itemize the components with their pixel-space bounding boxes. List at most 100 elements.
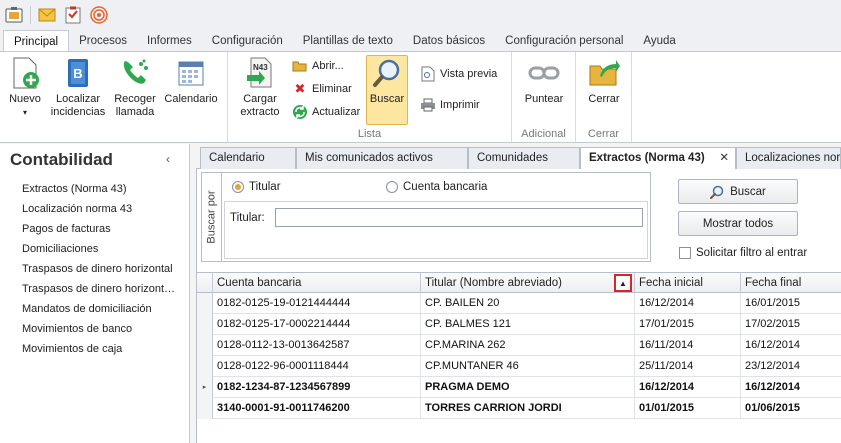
nav-item-traspasos-1[interactable]: Traspasos de dinero horizontal	[22, 259, 182, 279]
document-tab-bar: Calendario Mis comunicados activos Comun…	[196, 147, 841, 170]
table-row[interactable]: 3140-0001-91-0011746200 TORRES CARRION J…	[197, 398, 841, 419]
nav-item-mov-banco[interactable]: Movimientos de banco	[22, 319, 182, 339]
cell-fecha-final: 01/06/2015	[741, 398, 841, 419]
header-indicator	[197, 273, 213, 293]
cell-cuenta: 0182-0125-17-0002214444	[213, 314, 421, 335]
table-row[interactable]: 0128-0122-96-0001118444 CP.MUNTANER 46 2…	[197, 356, 841, 377]
nav-items: Extractos (Norma 43) Localización norma …	[22, 179, 182, 359]
row-indicator	[197, 314, 213, 335]
cerrar-button[interactable]: Cerrar	[582, 56, 626, 106]
column-header-fecha-inicial[interactable]: Fecha inicial	[635, 273, 741, 293]
search-group: Buscar por Titular Cuenta bancaria Titul…	[201, 172, 651, 262]
doc-tab-calendario[interactable]: Calendario	[200, 147, 296, 169]
vista-previa-button[interactable]: Vista previa	[420, 66, 497, 82]
doc-tab-extractos[interactable]: Extractos (Norma 43) ✕	[580, 147, 736, 170]
mail-icon[interactable]	[37, 5, 57, 25]
titular-label: Titular:	[230, 212, 265, 224]
collapse-icon[interactable]: ‹	[166, 152, 170, 166]
cell-cuenta: 0128-0122-96-0001118444	[213, 356, 421, 377]
cargar-label-1: Cargar	[243, 93, 277, 105]
nav-item-extractos[interactable]: Extractos (Norma 43)	[22, 179, 182, 199]
column-header-fecha-final[interactable]: Fecha final	[741, 273, 841, 293]
localizar-incidencias-button[interactable]: B Localizar incidencias	[50, 56, 106, 119]
nav-item-localizacion[interactable]: Localización norma 43	[22, 199, 182, 219]
table-row[interactable]: 0182-0125-19-0121444444 CP. BAILEN 20 16…	[197, 293, 841, 314]
cell-cuenta: 0128-0112-13-0013642587	[213, 335, 421, 356]
printer-icon	[420, 97, 436, 113]
nav-item-traspasos-2[interactable]: Traspasos de dinero horizont…	[22, 279, 182, 299]
calendario-button[interactable]: Calendario	[162, 56, 220, 106]
doc-tab-localizaciones[interactable]: Localizaciones norma	[736, 147, 841, 169]
sort-ascending-icon[interactable]: ▲	[614, 274, 632, 292]
buscar-ribbon-button[interactable]: Buscar	[366, 55, 408, 125]
column-header-cuenta[interactable]: Cuenta bancaria	[213, 273, 421, 293]
nav-item-pagos[interactable]: Pagos de facturas	[22, 219, 182, 239]
abrir-button[interactable]: Abrir...	[292, 58, 344, 74]
nav-item-domiciliaciones[interactable]: Domiciliaciones	[22, 239, 182, 259]
localizar-label-2: incidencias	[50, 106, 106, 118]
table-row[interactable]: 0128-0112-13-0013642587 CP.MARINA 262 16…	[197, 335, 841, 356]
close-icon[interactable]: ✕	[719, 148, 729, 169]
nuevo-button[interactable]: Nuevo ▾	[6, 56, 44, 119]
recoger-label-2: llamada	[115, 106, 155, 118]
cell-titular: CP. BAILEN 20	[421, 293, 635, 314]
search-legend: Buscar por	[202, 173, 222, 261]
actualizar-button[interactable]: Actualizar	[292, 104, 360, 120]
doc-tab-extractos-label: Extractos (Norma 43)	[589, 152, 705, 164]
signal-icon[interactable]	[89, 5, 109, 25]
cell-titular: CP. BALMES 121	[421, 314, 635, 335]
tab-configuracion[interactable]: Configuración	[202, 30, 293, 52]
tab-procesos[interactable]: Procesos	[69, 30, 137, 52]
cell-fecha-inicial: 01/01/2015	[635, 398, 741, 419]
tab-configuracion-personal[interactable]: Configuración personal	[495, 30, 633, 52]
tab-ayuda[interactable]: Ayuda	[633, 30, 685, 52]
imprimir-label: Imprimir	[440, 99, 480, 111]
filtro-checkbox[interactable]: Solicitar filtro al entrar	[679, 247, 807, 259]
svg-text:B: B	[73, 66, 82, 81]
radio-cuenta[interactable]: Cuenta bancaria	[386, 181, 487, 193]
cell-fecha-inicial: 16/11/2014	[635, 335, 741, 356]
nav-item-mandatos[interactable]: Mandatos de domiciliación	[22, 299, 182, 319]
cell-cuenta: 0182-1234-87-1234567899	[213, 377, 421, 398]
row-indicator	[197, 335, 213, 356]
doc-tab-comunidades[interactable]: Comunidades	[468, 147, 580, 169]
cell-titular: TORRES CARRION JORDI	[421, 398, 635, 419]
nav-item-mov-caja[interactable]: Movimientos de caja	[22, 339, 182, 359]
tab-datos-basicos[interactable]: Datos básicos	[403, 30, 495, 52]
tab-informes[interactable]: Informes	[137, 30, 202, 52]
tab-plantillas[interactable]: Plantillas de texto	[293, 30, 403, 52]
extractos-grid: Cuenta bancaria Titular (Nombre abreviad…	[197, 272, 841, 443]
abrir-label: Abrir...	[312, 60, 344, 72]
n43-badge: N43	[253, 63, 268, 72]
titular-input[interactable]	[275, 208, 643, 227]
table-row-current[interactable]: ▸ 0182-1234-87-1234567899 PRAGMA DEMO 16…	[197, 377, 841, 398]
cerrar-label: Cerrar	[588, 93, 620, 105]
mostrar-todos-button[interactable]: Mostrar todos	[678, 211, 798, 236]
radio-titular-label: Titular	[249, 181, 281, 193]
group-cerrar: Cerrar Cerrar	[576, 52, 632, 142]
quick-access-toolbar	[0, 0, 841, 30]
radio-unselected-icon	[386, 181, 398, 193]
ribbon: Nuevo ▾ B Localizar incidencias Recoger …	[0, 51, 841, 143]
puntear-button[interactable]: Puntear	[520, 56, 568, 106]
radio-titular[interactable]: Titular	[232, 181, 281, 193]
recoger-llamada-button[interactable]: Recoger llamada	[110, 56, 160, 119]
imprimir-button[interactable]: Imprimir	[420, 97, 480, 113]
cell-fecha-final: 17/02/2015	[741, 314, 841, 335]
cell-fecha-final: 16/12/2014	[741, 335, 841, 356]
clipboard-icon[interactable]	[63, 5, 83, 25]
row-indicator	[197, 356, 213, 377]
cell-titular: CP.MARINA 262	[421, 335, 635, 356]
app-menu-icon[interactable]	[4, 5, 24, 25]
buscar-button[interactable]: Buscar	[678, 179, 798, 204]
localizar-label-1: Localizar	[55, 93, 101, 105]
column-header-titular[interactable]: Titular (Nombre abreviado)	[421, 273, 635, 293]
doc-tab-comunicados[interactable]: Mis comunicados activos	[296, 147, 468, 169]
group-adicional: Puntear Adicional	[512, 52, 576, 142]
cargar-extracto-button[interactable]: N43 Cargar extracto	[238, 56, 282, 119]
chevron-down-icon: ▾	[22, 108, 27, 117]
tab-principal[interactable]: Principal	[3, 30, 70, 52]
eliminar-button[interactable]: ✖ Eliminar	[292, 81, 352, 97]
cell-fecha-inicial: 17/01/2015	[635, 314, 741, 335]
table-row[interactable]: 0182-0125-17-0002214444 CP. BALMES 121 1…	[197, 314, 841, 335]
